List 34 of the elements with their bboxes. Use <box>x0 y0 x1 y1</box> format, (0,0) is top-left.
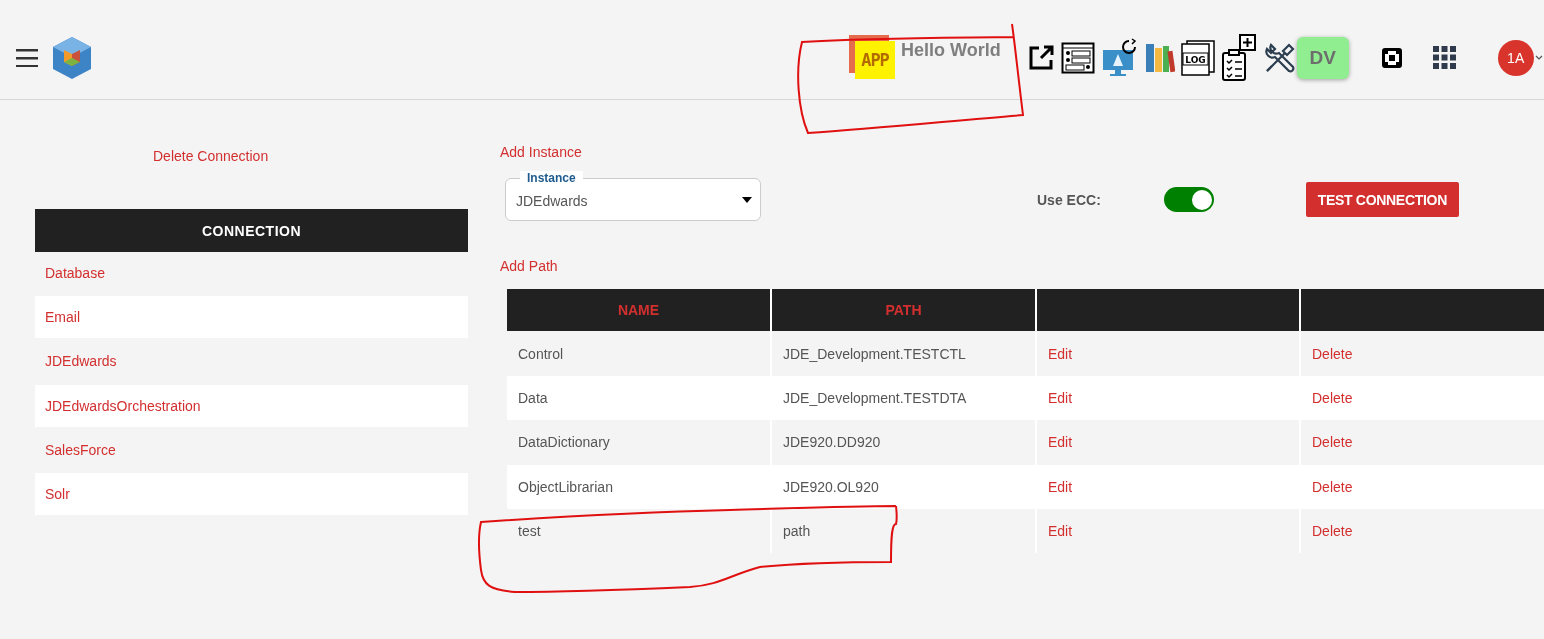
edit-link[interactable]: Edit <box>1048 478 1073 495</box>
app-title: Hello World <box>901 40 1001 61</box>
table-cell: path <box>772 508 1035 553</box>
connection-item[interactable]: Email <box>35 296 468 339</box>
delete-link[interactable]: Delete <box>1312 434 1353 451</box>
edit-link[interactable]: Edit <box>1048 346 1073 363</box>
delete-link[interactable]: Delete <box>1312 522 1353 539</box>
connection-item[interactable]: JDEdwardsOrchestration <box>35 384 468 427</box>
edit-link[interactable]: Edit <box>1048 390 1073 407</box>
connection-header: CONNECTION <box>35 209 468 252</box>
connection-item[interactable]: JDEdwards <box>35 340 468 383</box>
user-avatar[interactable]: 1A <box>1497 39 1534 76</box>
test-connection-button[interactable]: TEST CONNECTION <box>1305 182 1459 217</box>
delete-link[interactable]: Delete <box>1312 478 1353 495</box>
use-ecc-label: Use ECC: <box>1037 191 1101 208</box>
connection-item[interactable]: Solr <box>35 472 468 515</box>
delete-link[interactable]: Delete <box>1312 390 1353 407</box>
table-cell: DataDictionary <box>507 420 770 465</box>
connection-item[interactable]: Database <box>35 252 468 294</box>
add-instance-link[interactable]: Add Instance <box>500 100 582 160</box>
edit-link[interactable]: Edit <box>1048 434 1073 451</box>
table-cell: JDE920.DD920 <box>772 420 1035 465</box>
table-cell: test <box>507 508 770 553</box>
column-header: PATH <box>772 289 1035 331</box>
add-path-link[interactable]: Add Path <box>500 222 558 274</box>
delete-link[interactable]: Delete <box>1312 346 1353 363</box>
dv-button[interactable]: DV <box>1296 36 1349 79</box>
connection-item[interactable]: SalesForce <box>35 428 468 471</box>
field-label: Instance <box>520 171 583 185</box>
table-cell: JDE_Development.TESTCTL <box>772 332 1035 377</box>
column-header: NAME <box>507 289 770 331</box>
delete-connection-link[interactable]: Delete Connection <box>35 100 468 209</box>
table-cell: Control <box>507 332 770 377</box>
edit-link[interactable]: Edit <box>1048 522 1073 539</box>
